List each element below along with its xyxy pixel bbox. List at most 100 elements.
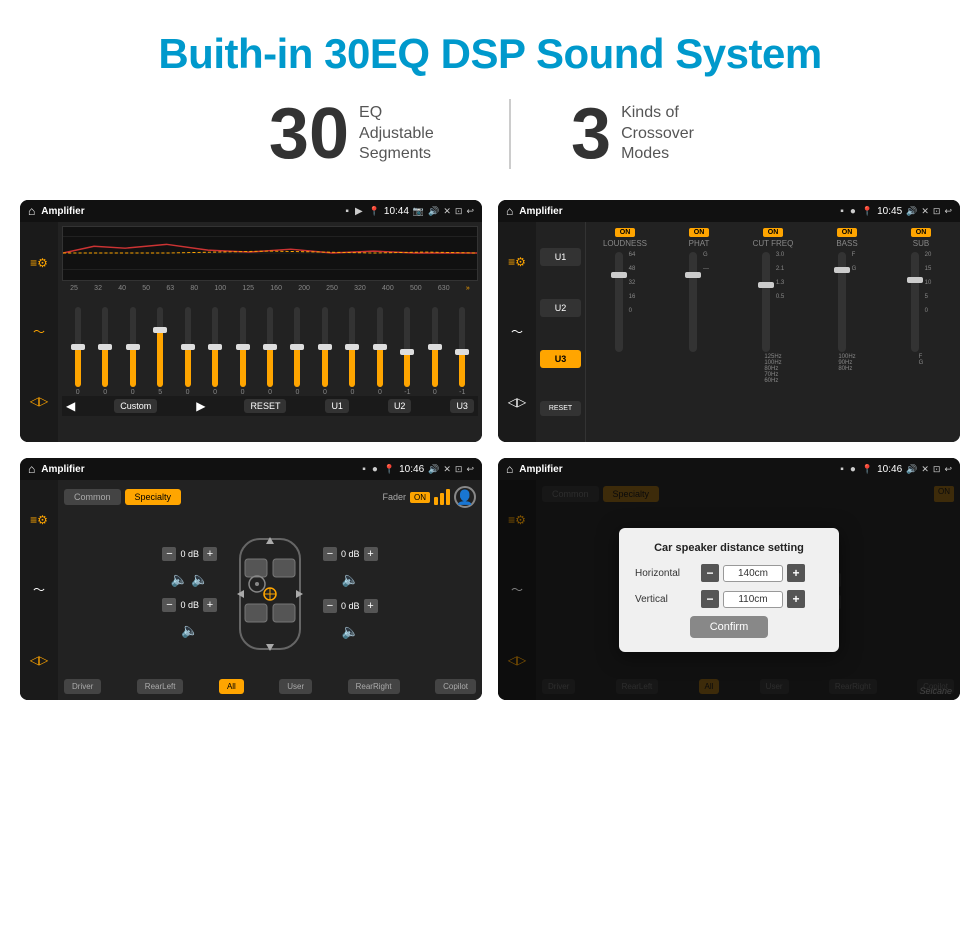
xover-icon-3[interactable]: ◁▷: [508, 395, 526, 409]
preset-u1[interactable]: U1: [540, 248, 581, 266]
screen-icon-br[interactable]: ⊡: [933, 464, 941, 475]
slider-1[interactable]: 0: [64, 307, 91, 396]
back-icon-bl[interactable]: ↩: [466, 464, 474, 475]
slider-2[interactable]: 0: [91, 307, 118, 396]
volume-icon-tl[interactable]: 🔊: [428, 206, 439, 217]
spec-icon-1[interactable]: ≡⚙: [30, 513, 48, 527]
reset-btn-tr[interactable]: RESET: [540, 401, 581, 416]
home-icon-tr[interactable]: ⌂: [506, 204, 513, 218]
slider-14[interactable]: 0: [421, 307, 448, 396]
back-icon-tr[interactable]: ↩: [944, 206, 952, 217]
fr-minus[interactable]: −: [323, 547, 337, 561]
phat-slider[interactable]: [689, 252, 697, 352]
rl-plus[interactable]: +: [203, 598, 217, 612]
copilot-btn-bl[interactable]: Copilot: [435, 679, 476, 694]
preset-u2[interactable]: U2: [540, 299, 581, 317]
horizontal-minus[interactable]: −: [701, 564, 719, 582]
rl-minus[interactable]: −: [162, 598, 176, 612]
fl-minus[interactable]: −: [162, 547, 176, 561]
next-icon[interactable]: ▶: [196, 399, 205, 413]
fader-on-btn[interactable]: ON: [410, 492, 430, 503]
rearleft-btn-bl[interactable]: RearLeft: [137, 679, 184, 694]
preset-u3[interactable]: U3: [540, 350, 581, 368]
eq-icon-3[interactable]: ◁▷: [27, 392, 51, 410]
slider-3[interactable]: 0: [119, 307, 146, 396]
spec-icon-3[interactable]: ◁▷: [30, 653, 48, 667]
close-icon-br[interactable]: ✕: [921, 464, 929, 475]
sub-slider[interactable]: [911, 252, 919, 352]
fl-speaker-icon: 🔈: [171, 571, 188, 588]
cutfreq-on[interactable]: ON: [763, 228, 784, 237]
home-icon-tl[interactable]: ⌂: [28, 204, 35, 218]
close-icon-tr[interactable]: ✕: [921, 206, 929, 217]
eq-icon-2[interactable]: 〜: [27, 323, 51, 341]
rr-plus[interactable]: +: [364, 599, 378, 613]
horizontal-plus[interactable]: +: [787, 564, 805, 582]
rr-minus[interactable]: −: [323, 599, 337, 613]
slider-13[interactable]: -1: [394, 307, 421, 396]
loudness-slider[interactable]: [615, 252, 623, 352]
user-btn-bl[interactable]: User: [279, 679, 312, 694]
amplifier-title-bl: Amplifier: [41, 464, 356, 475]
vertical-plus[interactable]: +: [787, 590, 805, 608]
play-icon-tl[interactable]: ▶: [355, 206, 363, 217]
back-icon-br[interactable]: ↩: [944, 464, 952, 475]
home-icon-br[interactable]: ⌂: [506, 462, 513, 476]
bass-on[interactable]: ON: [837, 228, 858, 237]
sub-on[interactable]: ON: [911, 228, 932, 237]
volume-icon-br[interactable]: 🔊: [906, 464, 917, 475]
reset-btn-tl[interactable]: RESET: [244, 399, 286, 413]
ch-phat: ON PHAT G—: [664, 228, 734, 436]
dialog-title: Car speaker distance setting: [635, 542, 823, 554]
slider-9[interactable]: 0: [284, 307, 311, 396]
screen-icon-tl[interactable]: ⊡: [455, 206, 463, 217]
slider-15[interactable]: -1: [449, 307, 476, 396]
tab-common[interactable]: Common: [64, 489, 121, 505]
loudness-on[interactable]: ON: [615, 228, 636, 237]
screen-icon-bl[interactable]: ⊡: [455, 464, 463, 475]
home-icon-bl[interactable]: ⌂: [28, 462, 35, 476]
volume-icon-tr[interactable]: 🔊: [906, 206, 917, 217]
driver-btn-bl[interactable]: Driver: [64, 679, 101, 694]
stat-eq-number: 30: [269, 98, 349, 170]
spec-icon-2[interactable]: 〜: [33, 581, 45, 598]
back-icon-tl[interactable]: ↩: [466, 206, 474, 217]
eq-icon-1[interactable]: ≡⚙: [27, 254, 51, 272]
slider-11[interactable]: 0: [339, 307, 366, 396]
bar-1: [434, 497, 438, 505]
custom-btn[interactable]: Custom: [114, 399, 157, 413]
fl-plus[interactable]: +: [203, 547, 217, 561]
fader-bars: [434, 489, 450, 505]
slider-10[interactable]: 0: [311, 307, 338, 396]
slider-7[interactable]: 0: [229, 307, 256, 396]
xover-content: ≡⚙ 〜 ◁▷ U1 U2 U3 RESET ON LOUDNESS: [498, 222, 960, 442]
xover-channels: ON LOUDNESS 644832160 ON PHAT: [586, 222, 960, 442]
slider-5[interactable]: 0: [174, 307, 201, 396]
xover-icon-2[interactable]: 〜: [511, 323, 523, 340]
slider-4[interactable]: 5: [146, 307, 173, 396]
slider-6[interactable]: 0: [201, 307, 228, 396]
stat-crossover-label: Kinds ofCrossover Modes: [621, 103, 711, 165]
volume-icon-bl[interactable]: 🔊: [428, 464, 439, 475]
bass-slider[interactable]: [838, 252, 846, 352]
rearright-btn-bl[interactable]: RearRight: [348, 679, 400, 694]
close-icon-bl[interactable]: ✕: [443, 464, 451, 475]
screen-icon-tr[interactable]: ⊡: [933, 206, 941, 217]
cutfreq-slider[interactable]: [762, 252, 770, 352]
all-btn-bl[interactable]: All: [219, 679, 244, 694]
slider-12[interactable]: 0: [366, 307, 393, 396]
close-icon-tl[interactable]: ✕: [443, 206, 451, 217]
u2-btn-tl[interactable]: U2: [388, 399, 412, 413]
amplifier-title-tr: Amplifier: [519, 206, 834, 217]
tab-specialty[interactable]: Specialty: [125, 489, 182, 505]
u1-btn-tl[interactable]: U1: [325, 399, 349, 413]
prev-icon[interactable]: ◀: [66, 399, 75, 413]
fr-plus[interactable]: +: [364, 547, 378, 561]
confirm-button[interactable]: Confirm: [690, 616, 769, 638]
xover-icon-1[interactable]: ≡⚙: [508, 255, 526, 269]
slider-8[interactable]: 0: [256, 307, 283, 396]
vertical-minus[interactable]: −: [701, 590, 719, 608]
phat-on[interactable]: ON: [689, 228, 710, 237]
u3-btn-tl[interactable]: U3: [450, 399, 474, 413]
screen-specialty: ⌂ Amplifier ▪ ● 📍 10:46 🔊 ✕ ⊡ ↩ ≡⚙ 〜 ◁▷: [20, 458, 482, 700]
